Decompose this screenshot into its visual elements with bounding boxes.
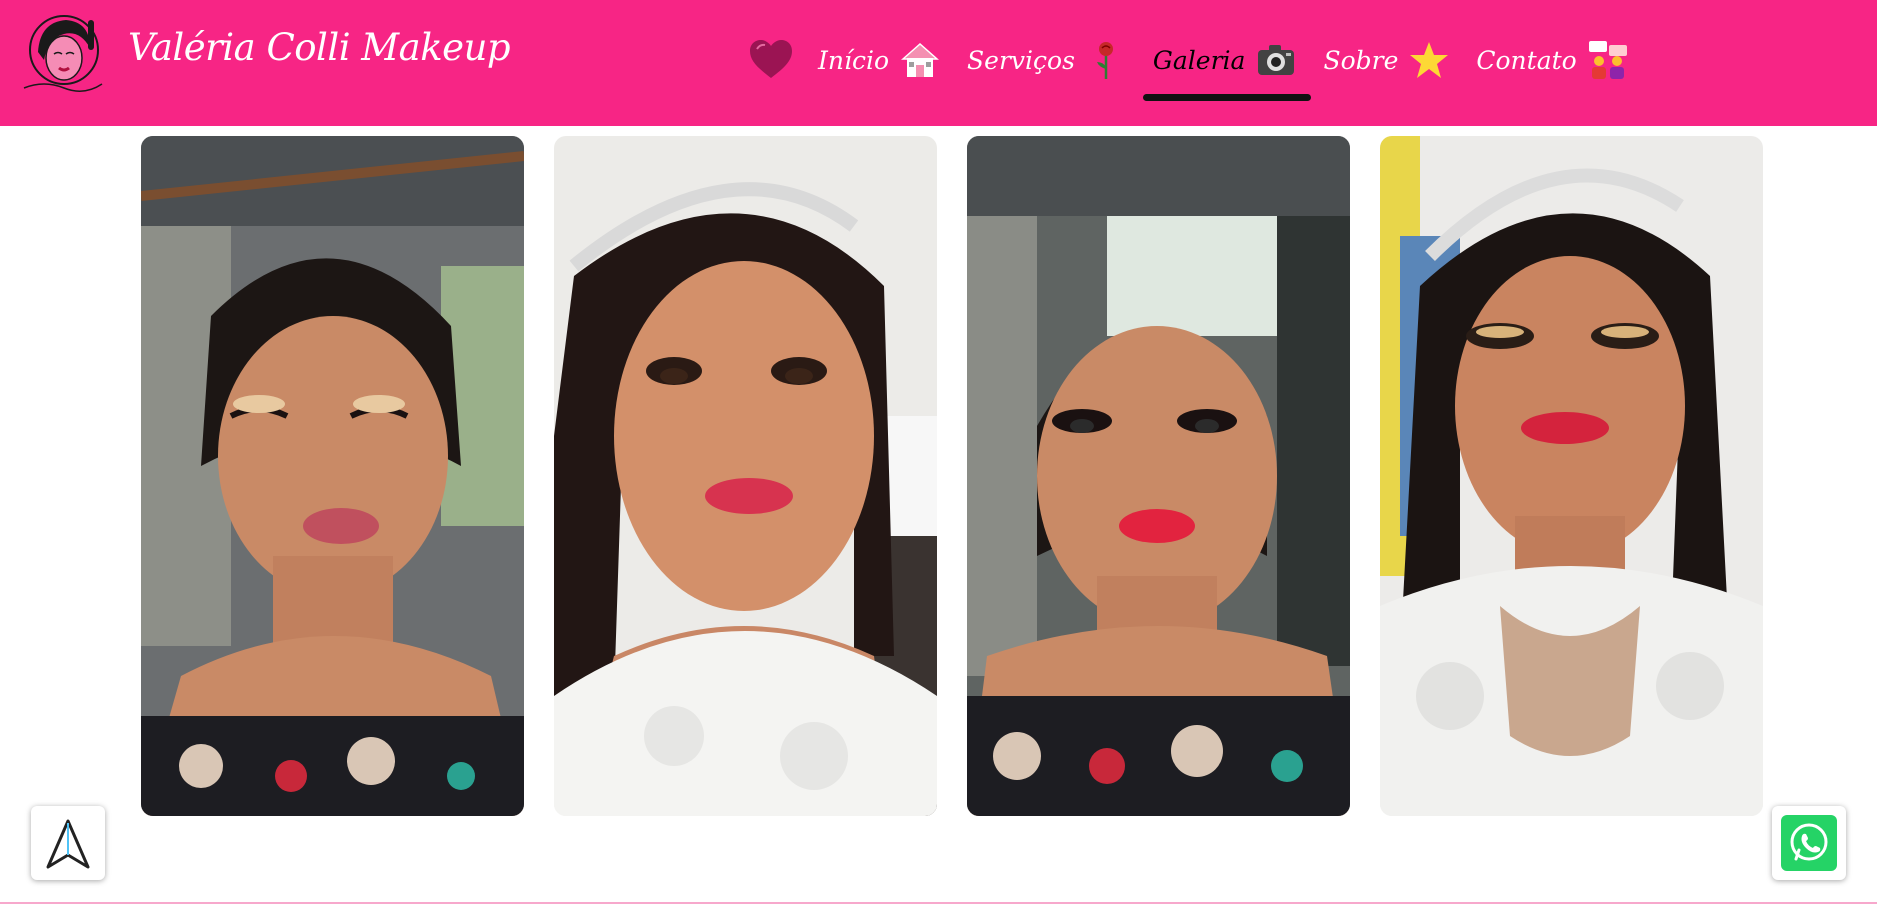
heart-icon <box>750 40 792 78</box>
brand-name[interactable]: Valéria Colli Makeup <box>128 26 511 69</box>
nav-item-contato[interactable]: Contato <box>1476 30 1628 90</box>
footer-divider <box>0 902 1877 904</box>
brand-logo[interactable] <box>14 8 110 104</box>
nav-label: Galeria <box>1152 45 1246 75</box>
nav-item-sobre[interactable]: Sobre <box>1323 30 1450 90</box>
gallery-photo-1[interactable] <box>141 136 524 816</box>
house-icon <box>901 42 940 77</box>
nav-item-galeria[interactable]: Galeria <box>1142 30 1311 101</box>
nav-label: Início <box>818 45 890 75</box>
photo-gallery <box>141 136 1763 816</box>
whatsapp-button[interactable] <box>1772 806 1846 880</box>
rose-icon <box>1096 42 1113 79</box>
gallery-photo-3[interactable] <box>967 136 1350 816</box>
people-chat-icon <box>1588 41 1627 79</box>
nav-item-servicos[interactable]: Serviços <box>967 30 1127 90</box>
whatsapp-icon <box>1781 815 1837 871</box>
nav-label: Sobre <box>1323 45 1399 75</box>
main-nav: Início Serviços Galeria Sobre Contato <box>748 30 1655 101</box>
gallery-photo-4[interactable] <box>1380 136 1763 816</box>
arrow-up-icon <box>46 819 90 869</box>
site-header: Valéria Colli Makeup Início Serviços Gal… <box>0 0 1877 126</box>
camera-icon <box>1258 45 1295 75</box>
star-icon <box>1410 42 1449 78</box>
nav-label: Contato <box>1476 45 1577 75</box>
scroll-top-button[interactable] <box>31 806 105 880</box>
gallery-photo-2[interactable] <box>554 136 937 816</box>
nav-label: Serviços <box>967 45 1075 75</box>
nav-item-inicio[interactable]: Início <box>818 30 941 90</box>
